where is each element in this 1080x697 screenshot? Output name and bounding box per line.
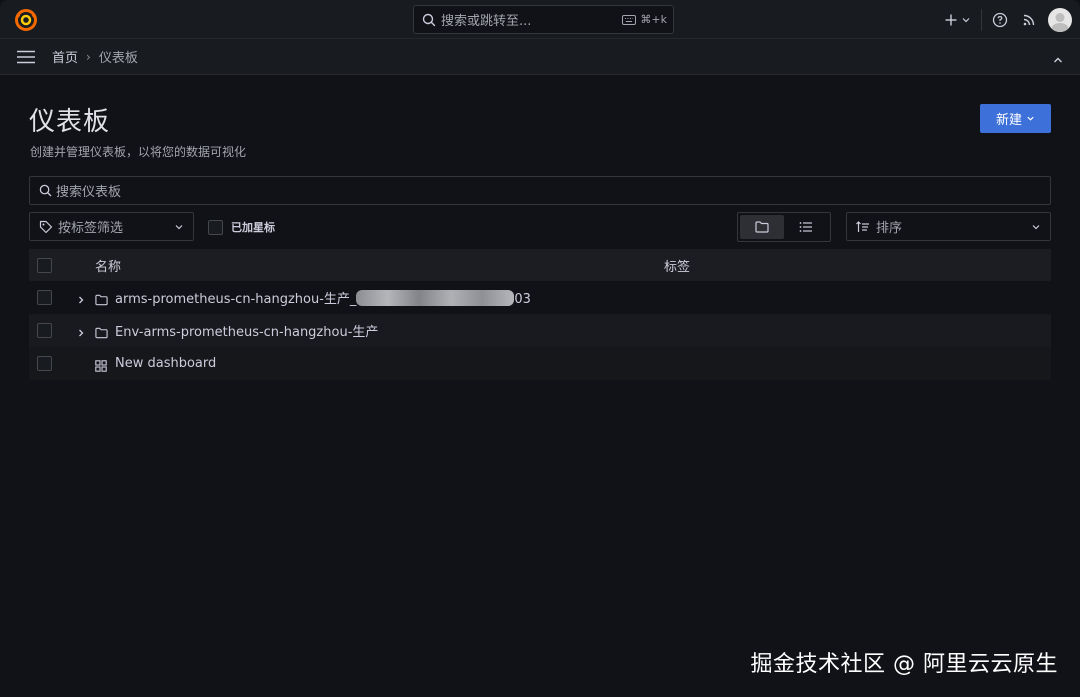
list-view-button[interactable] <box>784 215 828 239</box>
chevron-right-icon <box>79 296 84 304</box>
chevron-up-icon <box>1054 57 1062 63</box>
chevron-down-icon <box>962 17 970 22</box>
folder-view-button[interactable] <box>740 215 784 239</box>
dashboard-search-placeholder: 搜索仪表板 <box>56 185 122 200</box>
chevron-down-icon <box>1032 224 1040 229</box>
folder-icon <box>95 324 108 343</box>
breadcrumb-home-link[interactable]: 首页 <box>52 47 78 66</box>
user-icon <box>1051 12 1069 32</box>
keyboard-icon <box>622 14 637 25</box>
toolbar-divider <box>981 8 982 31</box>
row-name-text: arms-prometheus-cn-hangzhou-生产_ <box>115 292 357 307</box>
select-all-checkbox[interactable] <box>36 257 52 273</box>
collapse-header-button[interactable] <box>1052 51 1064 70</box>
starred-label: 已加星标 <box>231 221 275 234</box>
breadcrumb-separator-icon: › <box>86 49 91 64</box>
table-row[interactable]: Env-arms-prometheus-cn-hangzhou-生产 <box>29 314 1051 347</box>
chevron-down-icon <box>1027 116 1034 121</box>
list-icon <box>799 222 812 232</box>
plus-icon <box>945 14 957 25</box>
tag-filter-placeholder: 按标签筛选 <box>58 221 124 236</box>
top-navbar: 搜索或跳转至... ⌘+k <box>0 0 1080 39</box>
folder-icon <box>755 221 769 233</box>
column-header-tags: 标签 <box>664 259 691 275</box>
help-button[interactable] <box>992 12 1008 28</box>
breadcrumb-current: 仪表板 <box>98 51 138 66</box>
dashboard-grid-icon <box>95 357 107 376</box>
breadcrumb: 首页 › 仪表板 <box>52 47 138 67</box>
user-avatar[interactable] <box>1048 7 1072 32</box>
folder-icon <box>95 291 108 310</box>
page-subtitle: 创建并管理仪表板，以将您的数据可视化 <box>30 145 247 159</box>
search-shortcut-text: ⌘+k <box>640 13 667 26</box>
row-select-cell <box>29 323 59 338</box>
column-header-name[interactable]: 名称 <box>95 256 121 275</box>
global-search-input[interactable]: 搜索或跳转至... ⌘+k <box>413 5 674 34</box>
help-icon <box>992 12 1008 27</box>
redacted-text <box>356 290 515 306</box>
select-all-cell <box>29 257 59 273</box>
search-icon <box>422 13 436 26</box>
new-button[interactable]: 新建 <box>980 104 1051 133</box>
dashboard-search-input[interactable]: 搜索仪表板 <box>29 176 1051 205</box>
sort-select[interactable]: 排序 <box>846 212 1051 241</box>
sort-icon <box>856 220 869 232</box>
row-checkbox[interactable] <box>36 356 52 371</box>
topbar-actions <box>944 0 1072 39</box>
hamburger-menu-icon <box>17 50 35 63</box>
page-title: 仪表板 <box>29 107 111 137</box>
global-search-placeholder: 搜索或跳转至... <box>441 14 532 29</box>
sort-placeholder: 排序 <box>876 221 903 236</box>
tag-filter-select[interactable]: 按标签筛选 <box>29 212 194 241</box>
menu-toggle-button[interactable] <box>16 49 36 65</box>
dashboard-table: 名称 标签 arms-prometheus-cn-hangzhou-生产_ 03 <box>29 249 1051 380</box>
add-new-button[interactable] <box>944 13 971 27</box>
row-name[interactable]: New dashboard <box>115 356 216 371</box>
chevron-right-icon <box>79 329 84 337</box>
watermark-text: 掘金技术社区 @ 阿里云云原生 <box>750 652 1058 677</box>
row-name[interactable]: Env-arms-prometheus-cn-hangzhou-生产 <box>115 321 378 340</box>
news-feed-button[interactable] <box>1022 13 1036 27</box>
new-button-label: 新建 <box>995 112 1022 127</box>
row-checkbox[interactable] <box>36 323 52 338</box>
breadcrumb-bar: 首页 › 仪表板 <box>0 39 1080 75</box>
table-row[interactable]: New dashboard <box>29 347 1051 380</box>
search-shortcut-hint: ⌘+k <box>622 13 667 26</box>
row-select-cell <box>29 356 59 371</box>
table-header: 名称 标签 <box>29 249 1051 281</box>
table-row[interactable]: arms-prometheus-cn-hangzhou-生产_ 03 <box>29 281 1051 314</box>
rss-icon <box>1023 14 1035 25</box>
row-select-cell <box>29 290 59 305</box>
expand-folder-button[interactable] <box>76 324 86 343</box>
starred-filter: 已加星标 <box>208 219 275 235</box>
tag-icon <box>39 220 53 233</box>
view-mode-toggle <box>737 212 831 242</box>
row-checkbox[interactable] <box>36 290 52 305</box>
app-window: 搜索或跳转至... ⌘+k 首页 › 仪表板 仪表板 创建并管理仪表板，以将您的… <box>0 0 1080 697</box>
row-name-suffix: 03 <box>514 292 531 307</box>
expand-folder-button[interactable] <box>76 291 86 310</box>
search-icon <box>39 184 52 197</box>
starred-checkbox[interactable] <box>208 219 223 235</box>
grafana-logo-icon[interactable] <box>14 8 38 32</box>
row-name[interactable]: arms-prometheus-cn-hangzhou-生产_ 03 <box>115 288 531 307</box>
chevron-down-icon <box>175 224 183 229</box>
